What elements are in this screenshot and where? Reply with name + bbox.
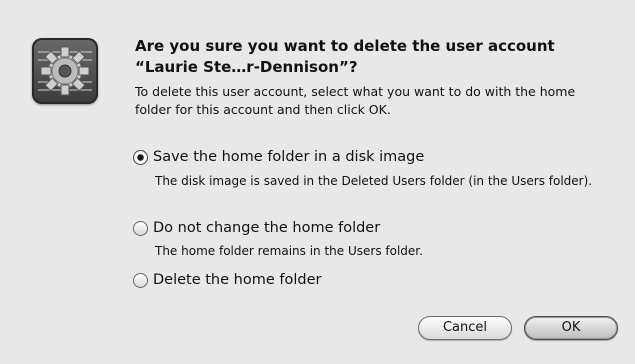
radio-save-disk-image[interactable] bbox=[133, 149, 148, 165]
option-save-disk-image-description: The disk image is saved in the Deleted U… bbox=[155, 174, 593, 188]
radio-do-not-change[interactable] bbox=[133, 220, 148, 236]
dialog-title: Are you sure you want to delete the user… bbox=[135, 37, 555, 76]
radio-delete-home[interactable] bbox=[133, 272, 148, 288]
option-save-disk-image[interactable]: Save the home folder in a disk image bbox=[133, 147, 424, 167]
option-delete-home[interactable]: Delete the home folder bbox=[133, 270, 321, 290]
delete-user-dialog: Are you sure you want to delete the user… bbox=[0, 0, 635, 364]
option-do-not-change[interactable]: Do not change the home folder bbox=[133, 218, 380, 238]
cancel-button[interactable]: Cancel bbox=[418, 316, 512, 340]
ok-button[interactable]: OK bbox=[524, 316, 618, 340]
option-do-not-change-label[interactable]: Do not change the home folder bbox=[153, 218, 380, 238]
option-save-disk-image-label[interactable]: Save the home folder in a disk image bbox=[153, 147, 424, 167]
option-do-not-change-description: The home folder remains in the Users fol… bbox=[155, 244, 423, 258]
system-preferences-gear-icon bbox=[32, 38, 98, 104]
option-delete-home-label[interactable]: Delete the home folder bbox=[153, 270, 321, 290]
dialog-message: To delete this user account, select what… bbox=[135, 84, 576, 117]
